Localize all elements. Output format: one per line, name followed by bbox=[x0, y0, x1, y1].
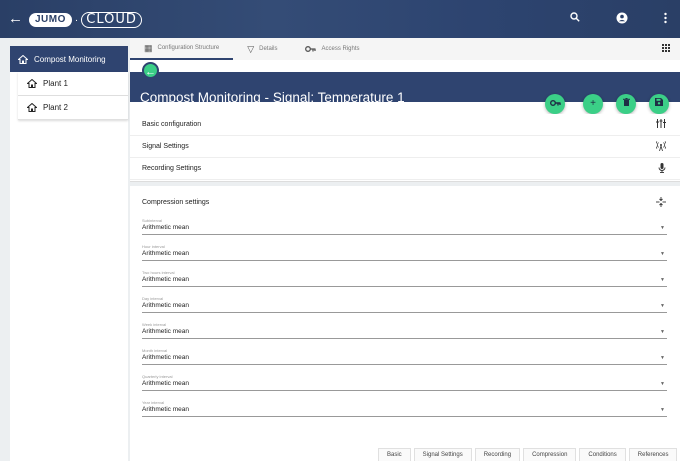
tab-label: Details bbox=[259, 46, 278, 52]
field-label: Quarterly interval bbox=[142, 374, 173, 379]
house-icon bbox=[27, 79, 37, 88]
logo-dot: · bbox=[74, 14, 79, 26]
select-field[interactable]: Week interval Arithmetic mean ▼ bbox=[142, 322, 667, 339]
sidebar-item-plant-2[interactable]: Plant 2 bbox=[18, 96, 128, 120]
field-label: Day interval bbox=[142, 296, 164, 301]
apps-grid-icon[interactable] bbox=[662, 44, 670, 54]
field-value: Arithmetic mean bbox=[142, 224, 189, 231]
account-circle-icon[interactable] bbox=[616, 12, 628, 26]
save-button[interactable] bbox=[649, 94, 669, 114]
select-field[interactable]: Hour interval Arithmetic mean ▼ bbox=[142, 244, 667, 261]
section-label: Recording Settings bbox=[142, 165, 202, 172]
bottom-section-tabs: Basic Signal Settings Recording Compression… bbox=[375, 448, 678, 461]
logo-brand: JUMO bbox=[29, 13, 72, 27]
logo-cloud: CLOUD bbox=[81, 12, 142, 28]
tab-label: Configuration Structure bbox=[157, 45, 220, 51]
field-value: Arithmetic mean bbox=[142, 302, 189, 309]
dropdown-arrow-icon: ▼ bbox=[660, 381, 665, 387]
bottom-tab[interactable]: Conditions bbox=[579, 448, 626, 461]
tab-details[interactable]: ▽ Details bbox=[233, 38, 291, 60]
field-value: Arithmetic mean bbox=[142, 328, 189, 335]
section-label: Basic configuration bbox=[142, 121, 202, 128]
jumo-cloud-logo[interactable]: JUMO · CLOUD bbox=[29, 12, 142, 28]
page-title-main: Signal: Temperature 1 bbox=[272, 90, 405, 105]
dropdown-arrow-icon: ▼ bbox=[660, 355, 665, 361]
select-field[interactable]: Day interval Arithmetic mean ▼ bbox=[142, 296, 667, 313]
dropdown-arrow-icon: ▼ bbox=[660, 329, 665, 335]
tab-label: Access Rights bbox=[321, 46, 360, 52]
house-icon bbox=[27, 103, 37, 112]
access-key-button[interactable] bbox=[545, 94, 565, 114]
dropdown-arrow-icon: ▼ bbox=[660, 225, 665, 231]
back-button[interactable]: ← bbox=[142, 62, 159, 79]
compression-settings-header: Compression settings bbox=[142, 199, 210, 206]
bottom-tab[interactable]: References bbox=[628, 448, 678, 461]
back-arrow-icon[interactable]: ← bbox=[8, 11, 23, 26]
field-label: Month interval bbox=[142, 348, 168, 353]
field-value: Arithmetic mean bbox=[142, 276, 189, 283]
section-basic-configuration[interactable]: Basic configuration bbox=[130, 114, 680, 136]
tab-access-rights[interactable]: Access Rights bbox=[291, 38, 373, 60]
field-value: Arithmetic mean bbox=[142, 380, 189, 387]
key-icon bbox=[305, 44, 317, 54]
filter-icon: ▽ bbox=[247, 43, 255, 54]
sidebar-item-label: Plant 2 bbox=[43, 103, 68, 112]
antenna-icon bbox=[655, 140, 667, 153]
floppy-disk-icon bbox=[655, 98, 663, 106]
field-label: Subinterval bbox=[142, 218, 163, 223]
field-label: Hour interval bbox=[142, 244, 165, 249]
dropdown-arrow-icon: ▼ bbox=[660, 251, 665, 257]
dropdown-arrow-icon: ▼ bbox=[660, 277, 665, 283]
plus-icon: + bbox=[590, 98, 596, 109]
microphone-icon bbox=[658, 162, 666, 175]
search-icon[interactable] bbox=[570, 12, 580, 24]
sidebar-item-label: Compost Monitoring bbox=[34, 54, 106, 64]
sidebar-item-compost-monitoring[interactable]: Compost Monitoring bbox=[10, 46, 128, 72]
field-value: Arithmetic mean bbox=[142, 250, 189, 257]
grid-icon: ▦ bbox=[144, 42, 153, 53]
top-app-bar: ← JUMO · CLOUD bbox=[0, 0, 680, 38]
field-label: Two hours interval bbox=[142, 270, 175, 275]
sidebar-item-plant-1[interactable]: Plant 1 bbox=[18, 72, 128, 96]
section-signal-settings[interactable]: Signal Settings bbox=[130, 136, 680, 158]
key-icon bbox=[549, 100, 561, 106]
main-content: ▦ Configuration Structure ▽ Details Acce… bbox=[130, 38, 680, 461]
field-value: Arithmetic mean bbox=[142, 354, 189, 361]
section-label: Signal Settings bbox=[142, 143, 189, 150]
page-title: Compost Monitoring - Signal: Temperature… bbox=[140, 90, 405, 105]
sidebar-item-label: Plant 1 bbox=[43, 79, 68, 88]
dropdown-arrow-icon: ▼ bbox=[660, 407, 665, 413]
add-button[interactable]: + bbox=[583, 94, 603, 114]
bottom-tab[interactable]: Compression bbox=[523, 448, 577, 461]
equalizer-icon bbox=[656, 119, 666, 130]
tab-bar: ▦ Configuration Structure ▽ Details Acce… bbox=[130, 38, 680, 60]
house-icon bbox=[18, 54, 28, 64]
select-field[interactable]: Year interval Arithmetic mean ▼ bbox=[142, 400, 667, 417]
trash-icon bbox=[622, 98, 630, 106]
dropdown-arrow-icon: ▼ bbox=[660, 303, 665, 309]
tab-configuration-structure[interactable]: ▦ Configuration Structure bbox=[130, 38, 234, 60]
select-field[interactable]: Month interval Arithmetic mean ▼ bbox=[142, 348, 667, 365]
select-field[interactable]: Quarterly interval Arithmetic mean ▼ bbox=[142, 374, 667, 391]
field-label: Week interval bbox=[142, 322, 167, 327]
select-field[interactable]: Two hours interval Arithmetic mean ▼ bbox=[142, 270, 667, 287]
field-label: Year interval bbox=[142, 400, 165, 405]
bottom-tab[interactable]: Recording bbox=[474, 448, 521, 461]
bottom-tab[interactable]: Basic bbox=[378, 448, 411, 461]
delete-button[interactable] bbox=[616, 94, 636, 114]
bottom-tab[interactable]: Signal Settings bbox=[413, 448, 472, 461]
select-field[interactable]: Subinterval Arithmetic mean ▼ bbox=[142, 218, 667, 235]
compress-icon bbox=[656, 197, 666, 210]
more-vert-icon[interactable] bbox=[664, 12, 667, 26]
sidebar-tree: Compost Monitoring Plant 1 Plant 2 bbox=[10, 46, 128, 461]
configuration-sections: Basic configuration Signal Settings Reco… bbox=[130, 114, 680, 182]
arrow-left-icon: ← bbox=[145, 66, 156, 78]
page-title-prefix: Compost Monitoring - bbox=[140, 90, 273, 105]
field-value: Arithmetic mean bbox=[142, 406, 189, 413]
section-recording-settings[interactable]: Recording Settings bbox=[130, 158, 680, 180]
